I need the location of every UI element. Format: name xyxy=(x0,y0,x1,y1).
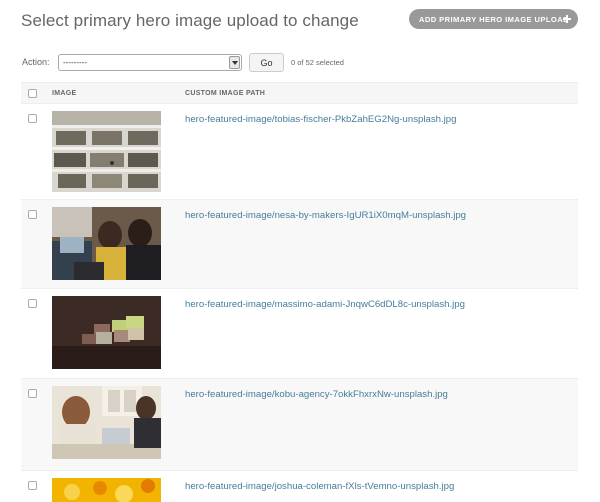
image-path-link[interactable]: hero-featured-image/tobias-fischer-PkbZa… xyxy=(185,114,456,125)
image-path-link[interactable]: hero-featured-image/kobu-agency-7okkFhxr… xyxy=(185,389,448,400)
people-at-laptop-photo xyxy=(52,207,161,280)
row-checkbox[interactable] xyxy=(28,114,37,123)
go-button[interactable]: Go xyxy=(249,53,284,72)
table-row: hero-featured-image/massimo-adami-JnqwC6… xyxy=(21,289,578,379)
page-title: Select primary hero image upload to chan… xyxy=(21,11,359,30)
add-hero-image-button[interactable]: ADD PRIMARY HERO IMAGE UPLOAD xyxy=(409,9,578,29)
selection-counter: 0 of 52 selected xyxy=(291,58,344,67)
chevron-down-icon xyxy=(229,56,240,69)
table-row: hero-featured-image/kobu-agency-7okkFhxr… xyxy=(21,379,578,471)
action-label: Action: xyxy=(22,57,50,67)
add-button-label: ADD PRIMARY HERO IMAGE UPLOAD xyxy=(419,14,569,24)
row-checkbox[interactable] xyxy=(28,481,37,490)
plus-icon xyxy=(561,13,573,25)
row-checkbox[interactable] xyxy=(28,389,37,398)
office-meeting-photo xyxy=(52,386,161,459)
row-checkbox[interactable] xyxy=(28,299,37,308)
stacked-blocks-photo xyxy=(52,296,161,369)
action-select-value: --------- xyxy=(63,58,87,67)
table-row: hero-featured-image/tobias-fischer-PkbZa… xyxy=(21,104,578,200)
image-path-link[interactable]: hero-featured-image/joshua-coleman-fXls-… xyxy=(185,481,454,492)
library-shelves-photo xyxy=(52,111,161,192)
column-header-custom-image-path: CUSTOM IMAGE PATH xyxy=(185,90,266,97)
column-header-image: IMAGE xyxy=(52,90,77,97)
table-row: hero-featured-image/nesa-by-makers-IgUR1… xyxy=(21,200,578,289)
table-header: IMAGE CUSTOM IMAGE PATH xyxy=(21,82,578,104)
yellow-abstract-photo xyxy=(52,478,161,502)
image-path-link[interactable]: hero-featured-image/massimo-adami-JnqwC6… xyxy=(185,299,465,310)
select-all-checkbox[interactable] xyxy=(28,89,37,98)
action-select[interactable]: --------- xyxy=(58,54,242,71)
row-checkbox[interactable] xyxy=(28,210,37,219)
image-path-link[interactable]: hero-featured-image/nesa-by-makers-IgUR1… xyxy=(185,210,466,221)
table-row: hero-featured-image/joshua-coleman-fXls-… xyxy=(21,471,578,502)
